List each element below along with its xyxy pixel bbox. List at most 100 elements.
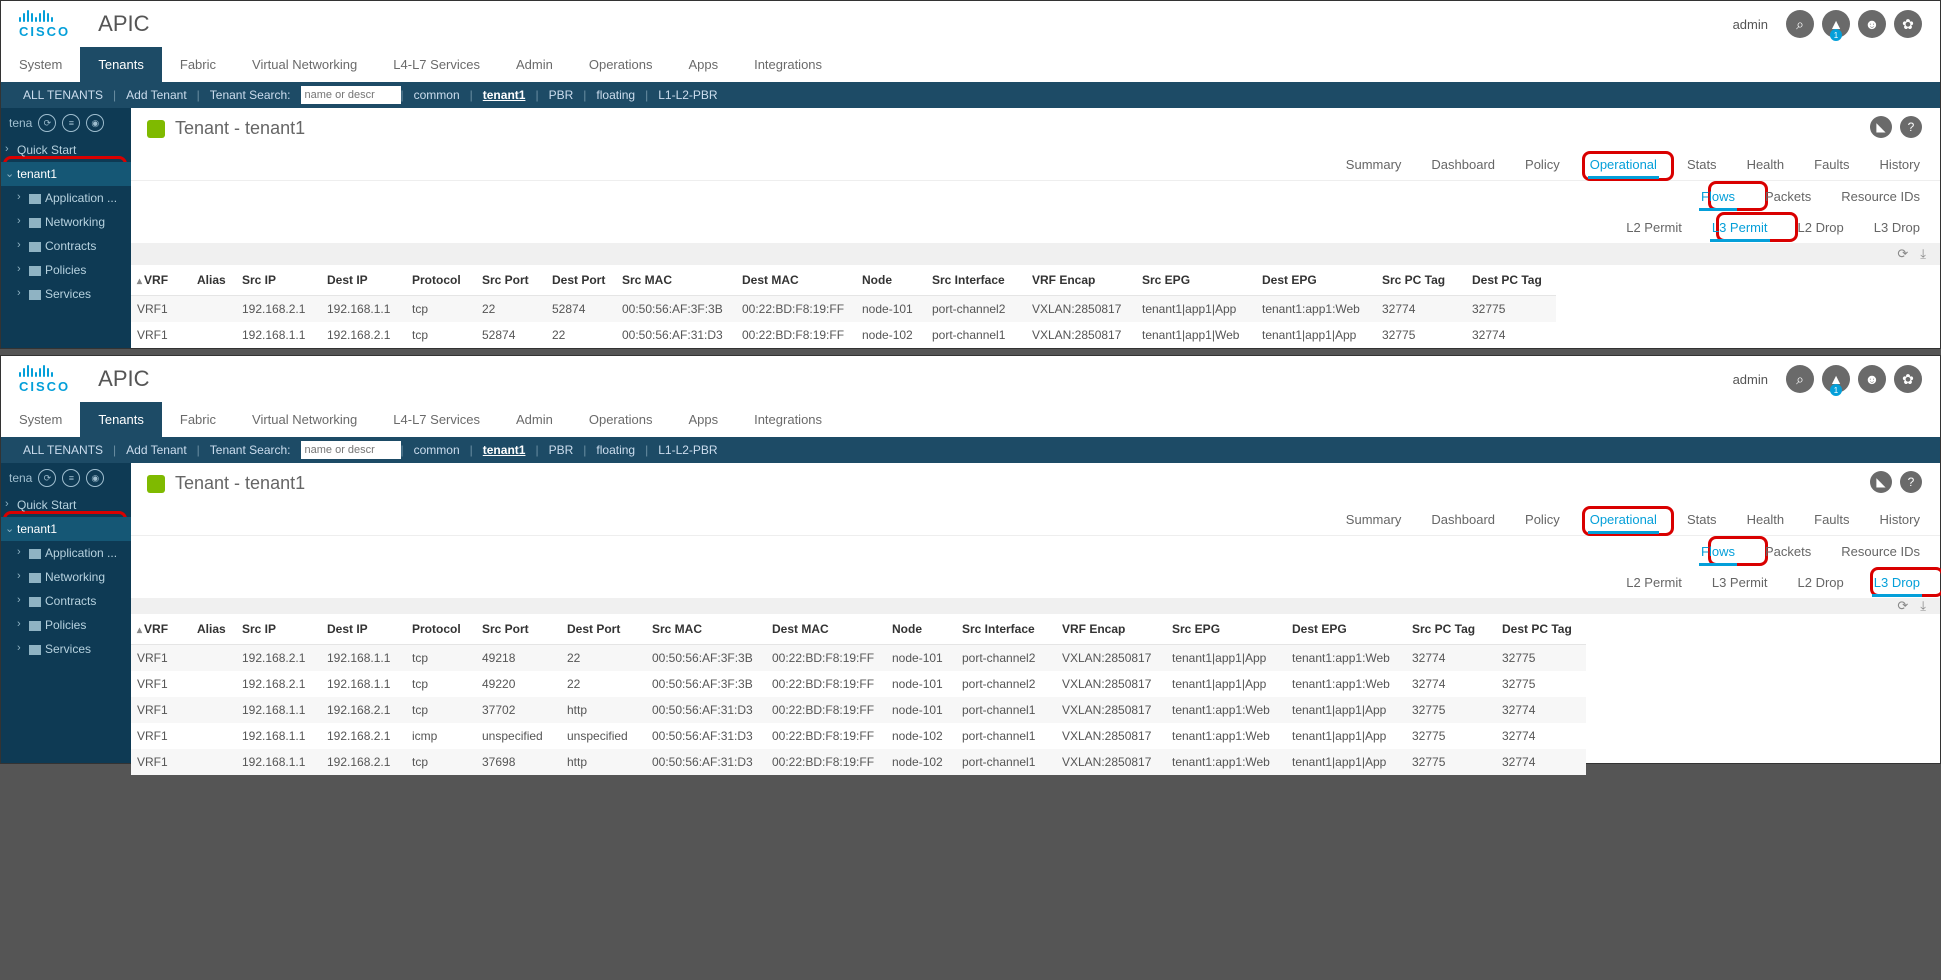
tab-l3-permit[interactable]: L3 Permit xyxy=(1710,567,1770,598)
subnav-pbr[interactable]: PBR xyxy=(539,443,584,457)
subnav-add-tenant[interactable]: Add Tenant xyxy=(116,443,197,457)
tab-health[interactable]: Health xyxy=(1745,504,1787,535)
col-dest-pc-tag[interactable]: Dest PC Tag xyxy=(1496,614,1586,645)
tab-policy[interactable]: Policy xyxy=(1523,149,1562,180)
nav-fabric[interactable]: Fabric xyxy=(162,47,234,82)
nav-operations[interactable]: Operations xyxy=(571,47,671,82)
sidebar-item-tenant1[interactable]: tenant1 xyxy=(1,517,131,541)
subnav-tenant1[interactable]: tenant1 xyxy=(473,88,536,102)
sidebar-item-networking[interactable]: Networking xyxy=(1,210,131,234)
col-alias[interactable]: Alias xyxy=(191,265,236,296)
nav-admin[interactable]: Admin xyxy=(498,47,571,82)
feedback-icon[interactable]: ☻ xyxy=(1858,365,1886,393)
tab-packets[interactable]: Packets xyxy=(1763,181,1813,212)
tab-history[interactable]: History xyxy=(1878,504,1922,535)
sidebar-item-policies[interactable]: Policies xyxy=(1,258,131,282)
tab-flows[interactable]: Flows xyxy=(1699,536,1737,567)
tab-l2-permit[interactable]: L2 Permit xyxy=(1624,212,1684,243)
col-vrf-encap[interactable]: VRF Encap xyxy=(1056,614,1166,645)
tenant-search-input[interactable] xyxy=(301,441,401,459)
nav-apps[interactable]: Apps xyxy=(670,402,736,437)
col-dest-mac[interactable]: Dest MAC xyxy=(766,614,886,645)
tab-l3-drop[interactable]: L3 Drop xyxy=(1872,567,1922,598)
bookmark-icon[interactable]: ◣ xyxy=(1870,116,1892,138)
nav-admin[interactable]: Admin xyxy=(498,402,571,437)
col-dest-pc-tag[interactable]: Dest PC Tag xyxy=(1466,265,1556,296)
tab-resource-ids[interactable]: Resource IDs xyxy=(1839,536,1922,567)
col-vrf[interactable]: ▴VRF xyxy=(131,265,191,296)
nav-tenants[interactable]: Tenants xyxy=(80,47,162,82)
col-src-ip[interactable]: Src IP xyxy=(236,265,321,296)
nav-virtual-networking[interactable]: Virtual Networking xyxy=(234,402,375,437)
subnav-common[interactable]: common xyxy=(404,88,470,102)
col-src-interface[interactable]: Src Interface xyxy=(926,265,1026,296)
subnav-l1-l2-pbr[interactable]: L1-L2-PBR xyxy=(648,443,727,457)
col-src-epg[interactable]: Src EPG xyxy=(1136,265,1256,296)
sb-tool-2-icon[interactable]: ≡ xyxy=(62,114,80,132)
subnav-tenant1[interactable]: tenant1 xyxy=(473,443,536,457)
tab-l3-permit[interactable]: L3 Permit xyxy=(1710,212,1770,243)
col-node[interactable]: Node xyxy=(886,614,956,645)
tab-stats[interactable]: Stats xyxy=(1685,149,1719,180)
col-src-pc-tag[interactable]: Src PC Tag xyxy=(1406,614,1496,645)
sidebar-item-tenant1[interactable]: tenant1 xyxy=(1,162,131,186)
tab-summary[interactable]: Summary xyxy=(1344,149,1404,180)
search-icon[interactable]: ⌕ xyxy=(1786,10,1814,38)
nav-l4-l7-services[interactable]: L4-L7 Services xyxy=(375,402,498,437)
nav-fabric[interactable]: Fabric xyxy=(162,402,234,437)
sidebar-item-policies[interactable]: Policies xyxy=(1,613,131,637)
tab-l2-permit[interactable]: L2 Permit xyxy=(1624,567,1684,598)
tab-l3-drop[interactable]: L3 Drop xyxy=(1872,212,1922,243)
download-icon[interactable]: ⤓ xyxy=(1920,246,1926,262)
col-node[interactable]: Node xyxy=(856,265,926,296)
tab-packets[interactable]: Packets xyxy=(1763,536,1813,567)
sidebar-item-services[interactable]: Services xyxy=(1,282,131,306)
nav-integrations[interactable]: Integrations xyxy=(736,402,840,437)
col-src-port[interactable]: Src Port xyxy=(476,265,546,296)
col-protocol[interactable]: Protocol xyxy=(406,614,476,645)
nav-l4-l7-services[interactable]: L4-L7 Services xyxy=(375,47,498,82)
col-alias[interactable]: Alias xyxy=(191,614,236,645)
help-icon[interactable]: ? xyxy=(1900,116,1922,138)
nav-integrations[interactable]: Integrations xyxy=(736,47,840,82)
gear-icon[interactable]: ✿ xyxy=(1894,10,1922,38)
tab-resource-ids[interactable]: Resource IDs xyxy=(1839,181,1922,212)
feedback-icon[interactable]: ☻ xyxy=(1858,10,1886,38)
user-label[interactable]: admin xyxy=(1733,372,1768,387)
subnav-add-tenant[interactable]: Add Tenant xyxy=(116,88,197,102)
sidebar-item-networking[interactable]: Networking xyxy=(1,565,131,589)
user-label[interactable]: admin xyxy=(1733,17,1768,32)
subnav-floating[interactable]: floating xyxy=(586,88,645,102)
subnav-common[interactable]: common xyxy=(404,443,470,457)
col-src-pc-tag[interactable]: Src PC Tag xyxy=(1376,265,1466,296)
tenant-search-input[interactable] xyxy=(301,86,401,104)
nav-operations[interactable]: Operations xyxy=(571,402,671,437)
nav-apps[interactable]: Apps xyxy=(670,47,736,82)
col-src-ip[interactable]: Src IP xyxy=(236,614,321,645)
col-src-interface[interactable]: Src Interface xyxy=(956,614,1056,645)
sidebar-item-quick-start[interactable]: Quick Start xyxy=(1,138,131,162)
tab-policy[interactable]: Policy xyxy=(1523,504,1562,535)
tab-l2-drop[interactable]: L2 Drop xyxy=(1796,212,1846,243)
tab-operational[interactable]: Operational xyxy=(1588,149,1659,180)
col-protocol[interactable]: Protocol xyxy=(406,265,476,296)
tab-operational[interactable]: Operational xyxy=(1588,504,1659,535)
help-icon[interactable]: ? xyxy=(1900,471,1922,493)
subnav-all-tenants[interactable]: ALL TENANTS xyxy=(13,88,113,102)
col-dest-epg[interactable]: Dest EPG xyxy=(1256,265,1376,296)
nav-system[interactable]: System xyxy=(1,47,80,82)
sidebar-item-application-[interactable]: Application ... xyxy=(1,186,131,210)
bell-icon[interactable]: ▲1 xyxy=(1822,10,1850,38)
tab-dashboard[interactable]: Dashboard xyxy=(1429,504,1497,535)
tab-history[interactable]: History xyxy=(1878,149,1922,180)
refresh-icon[interactable]: ⟳ xyxy=(1897,598,1908,614)
col-dest-epg[interactable]: Dest EPG xyxy=(1286,614,1406,645)
col-src-mac[interactable]: Src MAC xyxy=(616,265,736,296)
download-icon[interactable]: ⤓ xyxy=(1920,598,1926,614)
nav-virtual-networking[interactable]: Virtual Networking xyxy=(234,47,375,82)
tab-faults[interactable]: Faults xyxy=(1812,149,1851,180)
col-dest-ip[interactable]: Dest IP xyxy=(321,614,406,645)
sidebar-item-services[interactable]: Services xyxy=(1,637,131,661)
sb-tool-2-icon[interactable]: ≡ xyxy=(62,469,80,487)
sb-tool-1-icon[interactable]: ⟳ xyxy=(38,114,56,132)
